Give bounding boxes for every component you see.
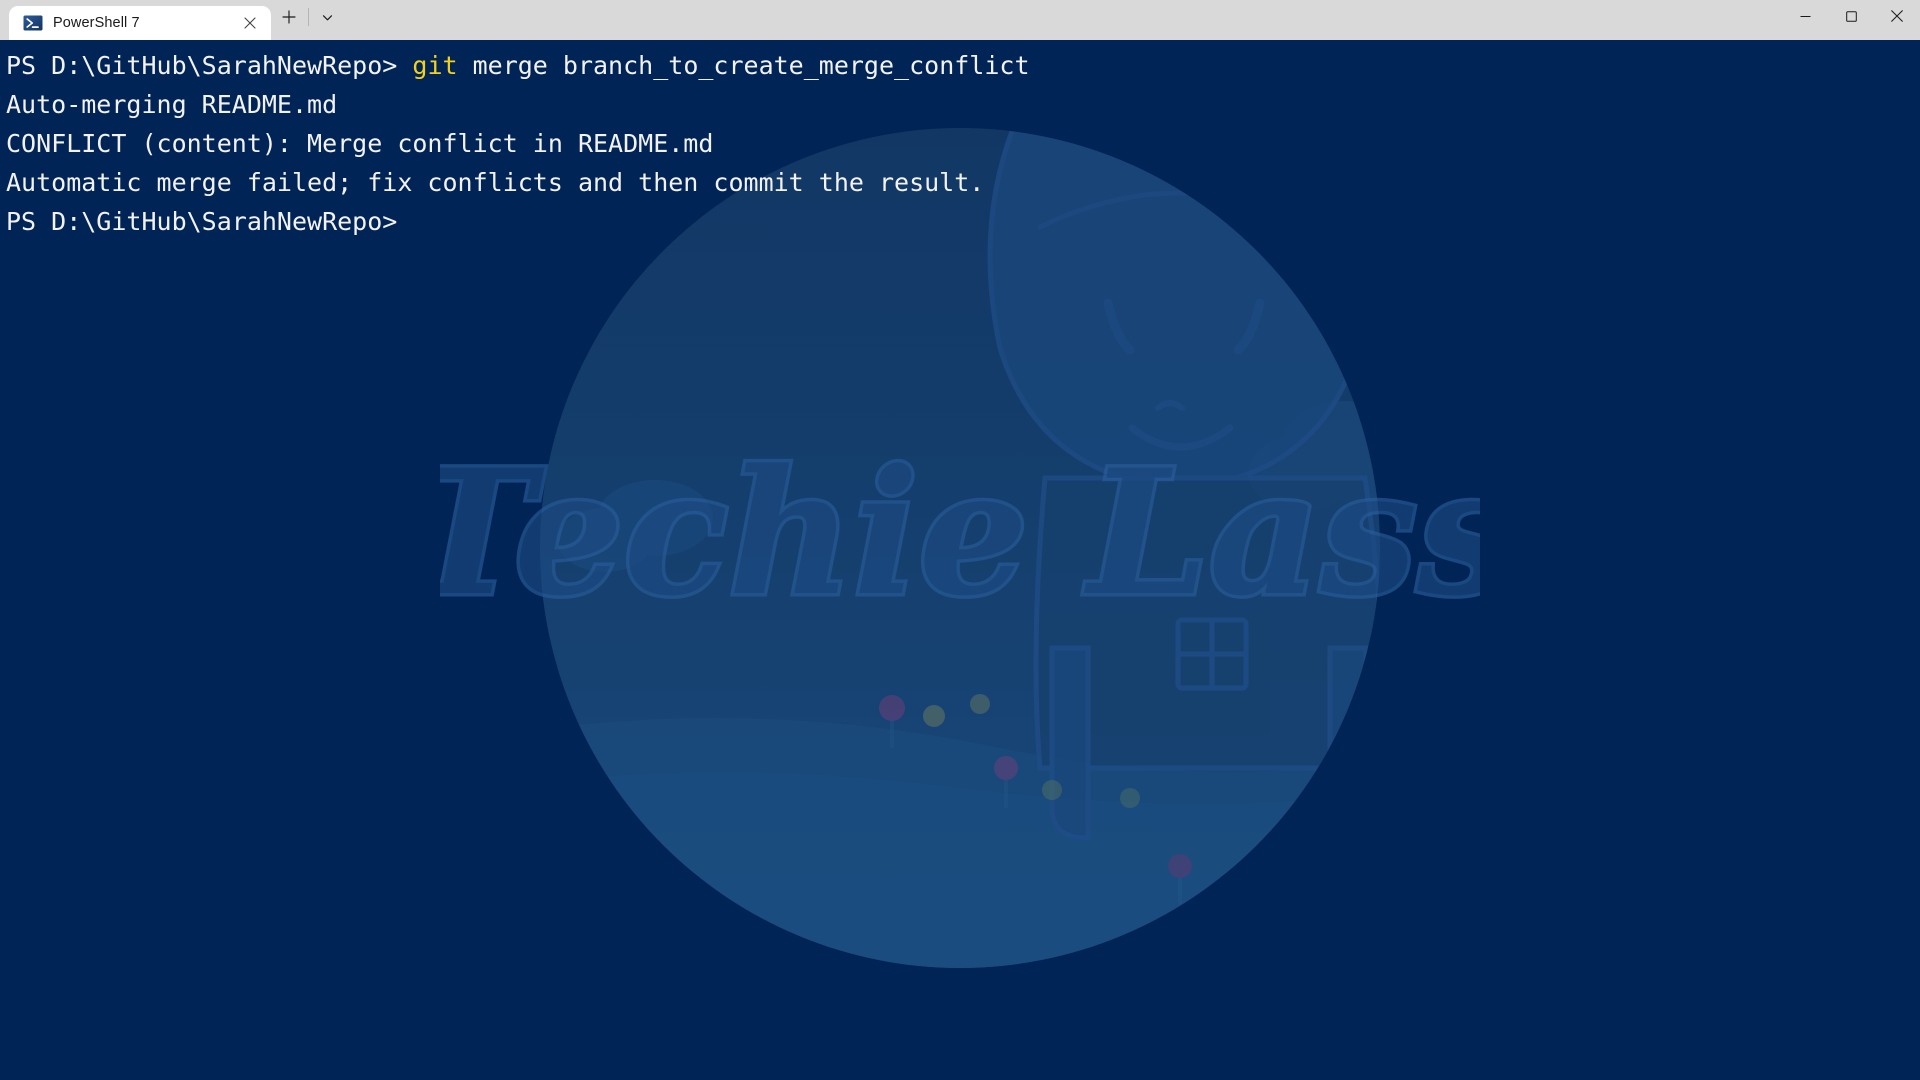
console-line: Automatic merge failed; fix conflicts an…	[6, 163, 1030, 202]
title-bar: PowerShell 7	[0, 0, 1920, 40]
console-command-token: git	[412, 51, 458, 80]
tab-actions	[271, 0, 344, 40]
chevron-down-icon[interactable]	[310, 2, 344, 32]
close-icon[interactable]	[1874, 0, 1920, 32]
console-text-token: PS D:\GitHub\SarahNewRepo>	[6, 207, 413, 236]
maximize-icon[interactable]	[1828, 0, 1874, 32]
window-controls	[1782, 0, 1920, 40]
console-line: Auto-merging README.md	[6, 85, 1030, 124]
terminal-window: PowerShell 7 Techie Lass PS D:\GitHub\Sa…	[0, 0, 1920, 1080]
toolbar-divider	[308, 8, 309, 26]
close-icon[interactable]	[235, 9, 265, 37]
new-tab-button[interactable]	[271, 2, 307, 32]
console-output[interactable]: PS D:\GitHub\SarahNewRepo> git merge bra…	[0, 40, 1030, 241]
tab-powershell-7[interactable]: PowerShell 7	[9, 6, 271, 40]
powershell-icon	[23, 13, 43, 33]
tab-strip: PowerShell 7	[0, 0, 344, 40]
console-line: PS D:\GitHub\SarahNewRepo> git merge bra…	[6, 46, 1030, 85]
watermark-brand-text: Techie Lass	[440, 431, 1480, 634]
minimize-icon[interactable]	[1782, 0, 1828, 32]
tab-title: PowerShell 7	[53, 15, 140, 31]
console-surface[interactable]: Techie Lass PS D:\GitHub\SarahNewRepo> g…	[0, 40, 1920, 1080]
console-text-token: PS D:\GitHub\SarahNewRepo>	[6, 51, 413, 80]
console-line: PS D:\GitHub\SarahNewRepo>	[6, 202, 1030, 241]
console-text-token: Auto-merging README.md	[6, 90, 338, 119]
console-text-token: CONFLICT (content): Merge conflict in RE…	[6, 129, 714, 158]
console-line: CONFLICT (content): Merge conflict in RE…	[6, 124, 1030, 163]
titlebar-drag-region[interactable]	[344, 0, 1782, 40]
console-text-token: Automatic merge failed; fix conflicts an…	[6, 168, 985, 197]
console-text-token: merge branch_to_create_merge_conflict	[457, 51, 1030, 80]
